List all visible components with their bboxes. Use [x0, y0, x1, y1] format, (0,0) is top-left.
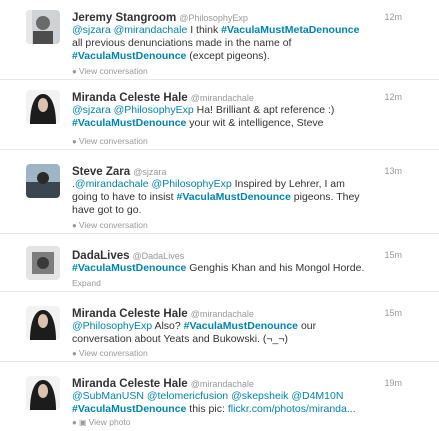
author-handle[interactable]: @mirandachale	[191, 93, 254, 103]
tweet-item[interactable]: Miranda Celeste Hale @mirandachale 19m @S…	[0, 362, 439, 431]
view-conversation-link[interactable]: ● View conversation	[72, 66, 148, 77]
author-handle[interactable]: @PhilosophyExp	[179, 13, 248, 23]
conversation-icon: ●	[72, 349, 77, 358]
hashtag-link[interactable]: #VaculaMustDenounce	[176, 191, 290, 203]
timestamp[interactable]: 19m	[384, 376, 402, 390]
tweet-header: Miranda Celeste Hale @mirandachale 15m	[72, 306, 432, 320]
author-name[interactable]: Miranda Celeste Hale	[72, 378, 188, 390]
tweet-text-fragment: Also?	[152, 320, 184, 332]
tweet-text: @SubManUSN @telomericfusion @skepsheik @…	[72, 390, 372, 416]
timestamp[interactable]: 12m	[384, 10, 402, 24]
tweet-text-fragment: your wit & intelligence, Steve	[186, 117, 324, 129]
author-name[interactable]: Miranda Celeste Hale	[72, 308, 188, 320]
tweet-text-fragment: this pic:	[186, 403, 228, 415]
view-conversation-link[interactable]: ● View conversation	[72, 348, 148, 359]
mention-link[interactable]: @telomericfusion	[147, 390, 228, 402]
conversation-icon: ●	[72, 137, 77, 146]
mention-link[interactable]: @mirandachale	[114, 24, 188, 36]
timestamp[interactable]: 13m	[384, 164, 402, 178]
timestamp[interactable]: 12m	[384, 90, 402, 104]
avatar[interactable]	[26, 376, 60, 410]
author-name[interactable]: Jeremy Stangroom	[72, 12, 176, 24]
tweet-text-fragment: I think	[187, 24, 222, 36]
action-label: View conversation	[78, 66, 148, 76]
author-handle[interactable]: @mirandachale	[191, 309, 254, 319]
mention-link[interactable]: @D4M10N	[291, 390, 343, 402]
mention-link[interactable]: @PhilosophyExp	[152, 178, 232, 190]
avatar[interactable]	[26, 306, 60, 340]
conversation-icon: ●	[72, 67, 77, 76]
hashtag-link[interactable]: #VaculaMustDenounce	[72, 117, 186, 129]
tweet-text-fragment: Genghis Khan and his Mongol Horde.	[186, 262, 365, 274]
mention-link[interactable]: @mirandachale	[75, 178, 149, 190]
mention-link[interactable]: @PhilosophyExp	[114, 104, 194, 116]
mention-link[interactable]: @sjzara	[72, 24, 111, 36]
tweet-header: Miranda Celeste Hale @mirandachale 19m	[72, 376, 432, 390]
avatar[interactable]	[26, 10, 60, 44]
mention-link[interactable]: @sjzara	[72, 104, 111, 116]
action-label: View conversation	[78, 136, 148, 146]
tweet-text: @sjzara @PhilosophyExp Ha! Brilliant & a…	[72, 104, 372, 130]
action-label: View conversation	[78, 220, 148, 230]
conversation-icon: ●	[72, 221, 77, 230]
hashtag-link[interactable]: #VaculaMustDenounce	[184, 320, 298, 332]
tweet-header: DadaLives @DadaLives 15m	[72, 248, 432, 262]
tweet-item[interactable]: Jeremy Stangroom @PhilosophyExp 12m @sjza…	[0, 0, 439, 80]
action-label: View conversation	[78, 348, 148, 358]
tweet-item[interactable]: Miranda Celeste Hale @mirandachale 12m @s…	[0, 80, 439, 150]
mention-link[interactable]: @skepsheik	[231, 390, 288, 402]
tweet-item[interactable]: DadaLives @DadaLives 15m #VaculaMustDenou…	[0, 234, 439, 292]
hashtag-link[interactable]: #VaculaMustMetaDenounce	[221, 24, 359, 36]
hashtag-link[interactable]: #VaculaMustDenounce	[72, 262, 186, 274]
view-conversation-link[interactable]: ● View conversation	[72, 220, 148, 231]
action-label: Expand	[72, 278, 101, 288]
author-handle[interactable]: @mirandachale	[191, 379, 254, 389]
mention-link[interactable]: @PhilosophyExp	[72, 320, 152, 332]
tweet-text: @sjzara @mirandachale I think #VaculaMus…	[72, 24, 372, 63]
tweet-text-fragment: all previous denunciations made in the n…	[72, 37, 292, 49]
author-handle[interactable]: @DadaLives	[133, 251, 185, 261]
hashtag-link[interactable]: #VaculaMustDenounce	[72, 403, 186, 415]
tweet-text: .@mirandachale @PhilosophyExp Inspired b…	[72, 178, 372, 217]
tweet-item[interactable]: Steve Zara @sjzara 13m .@mirandachale @Ph…	[0, 150, 439, 234]
author-name[interactable]: Steve Zara	[72, 166, 130, 178]
action-label: View photo	[88, 417, 131, 427]
view-conversation-link[interactable]: ● View conversation	[72, 136, 148, 147]
tweet-text-fragment: Ha! Brilliant & apt reference :)	[193, 104, 335, 116]
tweet-item[interactable]: Miranda Celeste Hale @mirandachale 15m @P…	[0, 292, 439, 362]
tweet-header: Steve Zara @sjzara 13m	[72, 164, 432, 178]
timestamp[interactable]: 15m	[384, 248, 402, 262]
tweet-text: #VaculaMustDenounce Genghis Khan and his…	[72, 262, 372, 275]
mention-link[interactable]: flickr.com/photos/miranda...	[228, 403, 356, 415]
tweet-header: Jeremy Stangroom @PhilosophyExp 12m	[72, 10, 432, 24]
author-name[interactable]: Miranda Celeste Hale	[72, 92, 188, 104]
tweet-text-fragment: (except pigeons).	[186, 50, 270, 62]
tweet-header: Miranda Celeste Hale @mirandachale 12m	[72, 90, 432, 104]
avatar[interactable]	[26, 246, 60, 280]
tweet-stream: Jeremy Stangroom @PhilosophyExp 12m @sjza…	[0, 0, 439, 431]
avatar[interactable]	[26, 164, 60, 198]
author-name[interactable]: DadaLives	[72, 250, 130, 262]
photo-icon: ● ▣	[72, 418, 87, 427]
mention-link[interactable]: @SubManUSN	[72, 390, 144, 402]
author-handle[interactable]: @sjzara	[133, 167, 166, 177]
timestamp[interactable]: 15m	[384, 306, 402, 320]
tweet-text: @PhilosophyExp Also? #VaculaMustDenounce…	[72, 320, 372, 346]
avatar[interactable]	[26, 90, 60, 124]
expand-link[interactable]: Expand	[72, 278, 101, 288]
view-photo-link[interactable]: ● ▣ View photo	[72, 417, 131, 428]
hashtag-link[interactable]: #VaculaMustDenounce	[72, 50, 186, 62]
